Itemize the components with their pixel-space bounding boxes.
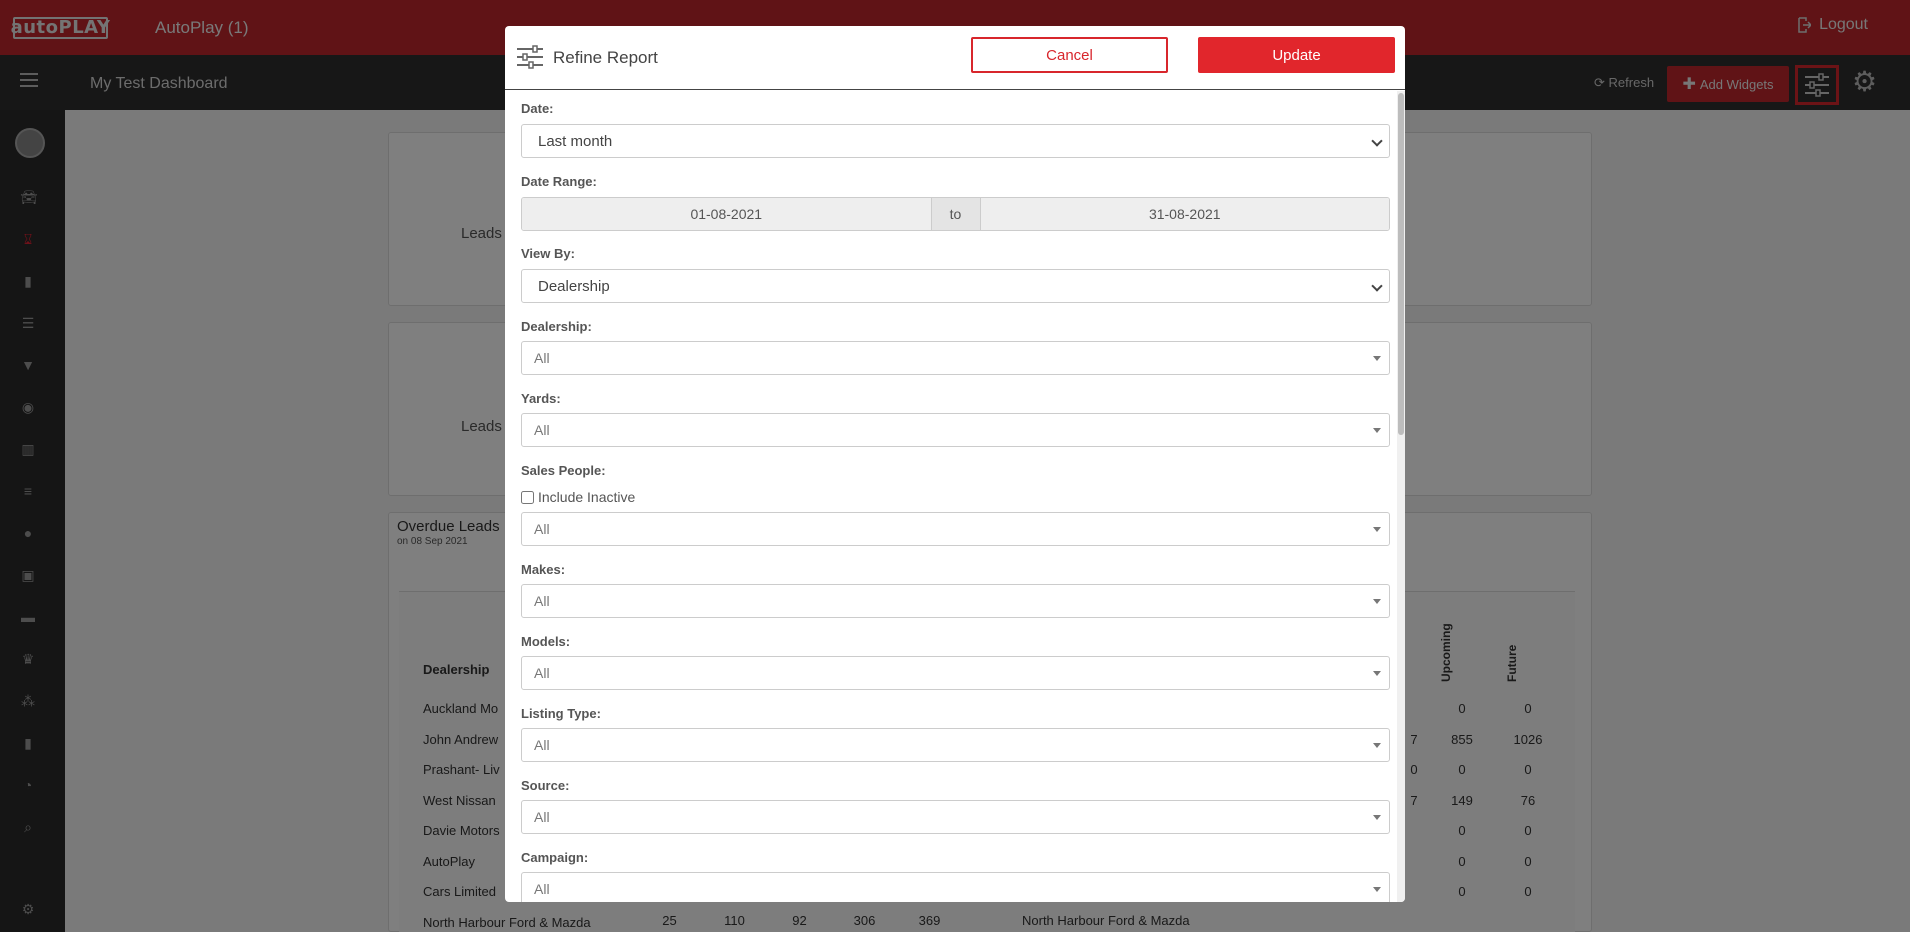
source-label: Source:	[521, 778, 570, 793]
chevron-down-icon	[1371, 135, 1383, 147]
dealership-label: Dealership:	[521, 319, 592, 334]
date-select[interactable]: Last month	[521, 124, 1390, 158]
campaign-select[interactable]: All	[521, 872, 1390, 902]
source-select[interactable]: All	[521, 800, 1390, 834]
listing-type-select[interactable]: All	[521, 728, 1390, 762]
date-range-label: Date Range:	[521, 174, 597, 189]
caret-down-icon	[1373, 428, 1381, 433]
makes-label: Makes:	[521, 562, 566, 577]
date-select-value: Last month	[538, 132, 613, 150]
dealership-value: All	[534, 350, 550, 366]
makes-select[interactable]: All	[521, 584, 1390, 618]
include-inactive-label: Include Inactive	[538, 489, 636, 505]
yards-value: All	[534, 422, 550, 438]
include-inactive-option[interactable]: Include Inactive	[521, 489, 635, 505]
caret-down-icon	[1373, 815, 1381, 820]
date-from-input[interactable]: 01-08-2021	[522, 198, 931, 230]
sliders-icon	[517, 45, 543, 69]
chevron-down-icon	[1371, 280, 1383, 292]
caret-down-icon	[1373, 743, 1381, 748]
view-by-select[interactable]: Dealership	[521, 269, 1390, 303]
caret-down-icon	[1373, 671, 1381, 676]
listing-type-label: Listing Type:	[521, 706, 601, 721]
modal-title: Refine Report	[553, 48, 658, 67]
view-by-label: View By:	[521, 246, 575, 261]
campaign-label: Campaign:	[521, 850, 589, 865]
refine-report-modal: Refine Report Cancel Update Date: Last m…	[505, 26, 1405, 902]
caret-down-icon	[1373, 527, 1381, 532]
date-label: Date:	[521, 101, 554, 116]
listing-type-value: All	[534, 737, 550, 753]
modal-scrollbar[interactable]	[1397, 91, 1405, 902]
makes-value: All	[534, 593, 550, 609]
yards-label: Yards:	[521, 391, 561, 406]
models-select[interactable]: All	[521, 656, 1390, 690]
update-button[interactable]: Update	[1198, 37, 1395, 73]
yards-select[interactable]: All	[521, 413, 1390, 447]
source-value: All	[534, 809, 550, 825]
models-label: Models:	[521, 634, 571, 649]
sales-people-label: Sales People:	[521, 463, 606, 478]
include-inactive-checkbox[interactable]	[521, 490, 534, 504]
date-to-input[interactable]: 31-08-2021	[980, 198, 1389, 230]
date-range-picker: 01-08-2021 to 31-08-2021	[521, 197, 1390, 231]
sales-people-select[interactable]: All	[521, 512, 1390, 546]
modal-body: Date: Last month Date Range: 01-08-2021 …	[505, 91, 1405, 902]
sales-people-value: All	[534, 521, 550, 537]
cancel-button[interactable]: Cancel	[971, 37, 1168, 73]
models-value: All	[534, 665, 550, 681]
view-by-value: Dealership	[538, 277, 610, 295]
date-range-separator: to	[930, 198, 981, 230]
caret-down-icon	[1373, 356, 1381, 361]
caret-down-icon	[1373, 599, 1381, 604]
campaign-value: All	[534, 881, 550, 897]
modal-scrollbar-thumb[interactable]	[1398, 93, 1404, 435]
dealership-select[interactable]: All	[521, 341, 1390, 375]
caret-down-icon	[1373, 887, 1381, 892]
modal-header: Refine Report Cancel Update	[505, 26, 1405, 90]
